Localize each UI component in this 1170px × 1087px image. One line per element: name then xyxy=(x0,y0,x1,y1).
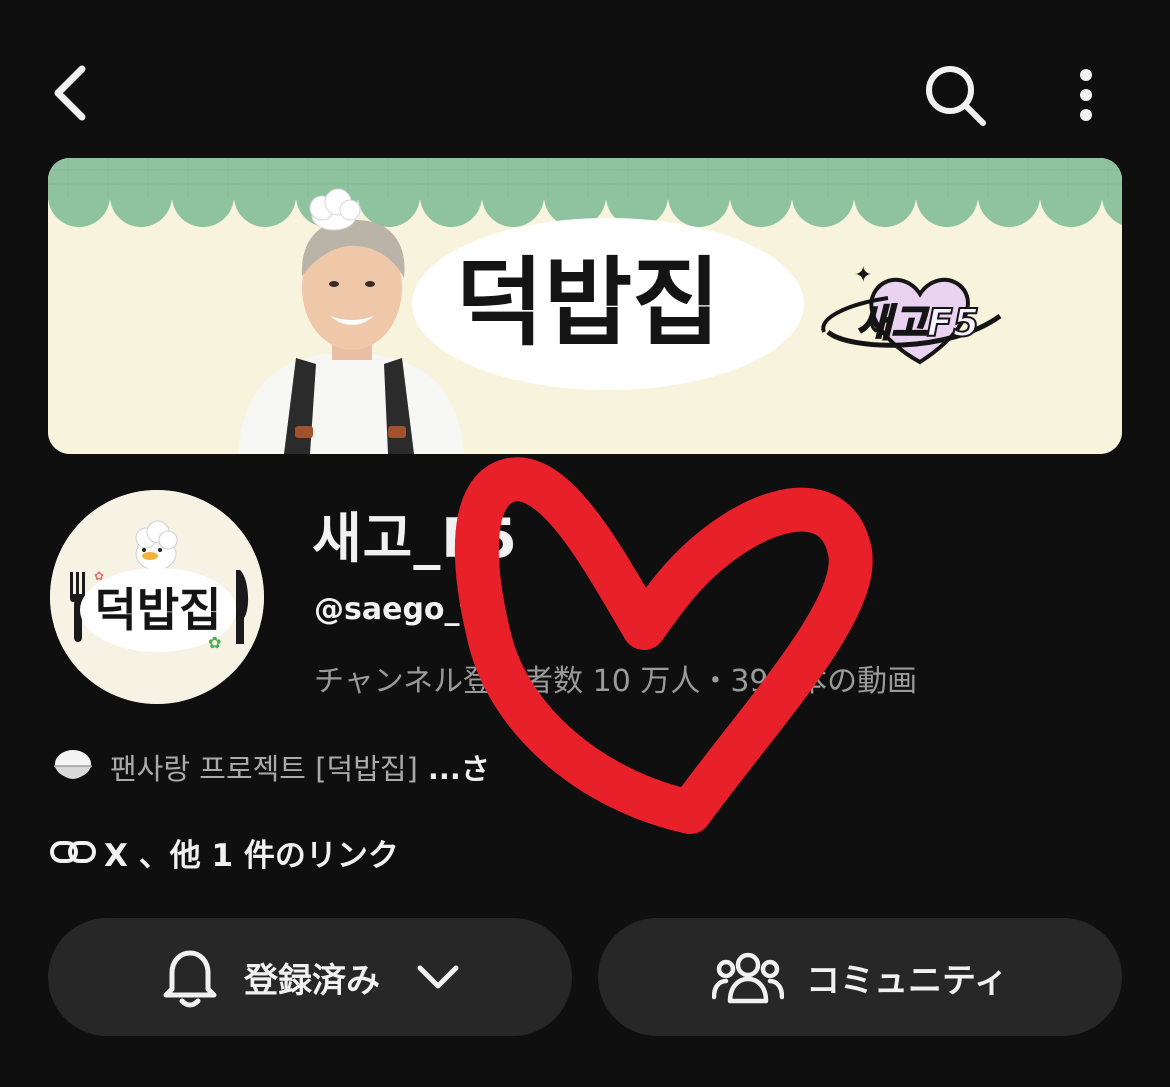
channel-avatar[interactable]: 덕밥집 ✿ ✿ xyxy=(50,490,264,704)
svg-text:✿: ✿ xyxy=(94,569,104,583)
channel-stats: チャンネル登録者数 10 万人・398 本の動画 xyxy=(314,664,918,699)
logo-text: 새고F5 xyxy=(857,301,979,345)
link-icon xyxy=(50,841,96,863)
banner-title: 덕밥집 xyxy=(456,247,721,359)
links-text: X 、他 1 件のリンク xyxy=(104,837,399,874)
community-label: コミュニティ xyxy=(806,960,1008,1001)
more-vertical-icon xyxy=(1080,69,1092,121)
back-button[interactable] xyxy=(40,58,100,128)
channel-description[interactable]: 팬사랑 프로젝트 [덕밥집] ...さ xyxy=(50,742,490,792)
description-text: 팬사랑 프로젝트 [덕밥집] xyxy=(110,752,418,786)
channel-links[interactable]: X 、他 1 件のリンク xyxy=(50,826,399,878)
avatar-title: 덕밥집 xyxy=(95,583,222,637)
people-icon xyxy=(712,947,785,1007)
subscribed-button[interactable]: 登録済み xyxy=(48,918,572,1036)
search-icon xyxy=(926,66,986,126)
chevron-left-icon xyxy=(54,65,86,121)
chevron-down-icon xyxy=(416,962,460,992)
channel-name: 새고_F5 xyxy=(312,507,518,570)
rice-bowl-icon xyxy=(54,750,92,779)
svg-text:✦: ✦ xyxy=(854,263,872,288)
bell-icon xyxy=(160,945,220,1009)
channel-handle: @saego_f5 xyxy=(314,592,494,627)
channel-banner: 덕밥집 새고F5 ✦ xyxy=(48,158,1122,454)
subscribed-label: 登録済み xyxy=(244,960,380,1001)
community-button[interactable]: コミュニティ xyxy=(598,918,1122,1036)
svg-text:✿: ✿ xyxy=(208,633,221,652)
search-button[interactable] xyxy=(918,58,992,132)
description-more[interactable]: ...さ xyxy=(428,746,490,788)
more-options-button[interactable] xyxy=(1060,58,1112,132)
